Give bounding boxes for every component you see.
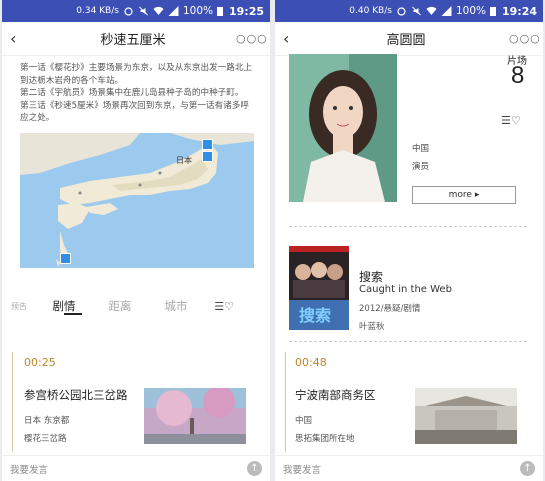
- back-arrow-icon[interactable]: ‹: [283, 29, 303, 48]
- map-marker[interactable]: [202, 150, 213, 162]
- more-button[interactable]: more ▸: [412, 186, 516, 204]
- alarm-icon: [124, 7, 133, 16]
- clock: 19:25: [228, 4, 264, 18]
- more-options-icon[interactable]: ○○○: [236, 32, 267, 45]
- scene-image: [144, 388, 246, 444]
- comment-bar: 我要发言 ↑: [2, 455, 270, 481]
- tab-city[interactable]: 城市: [148, 298, 204, 314]
- status-bar: 0.34 KB/s 100% 19:25: [2, 0, 270, 22]
- comment-input[interactable]: 我要发言: [10, 462, 48, 476]
- scene-note: 樱花三岔路: [24, 434, 67, 444]
- scene-thumbnail[interactable]: [144, 388, 246, 444]
- comment-input[interactable]: 我要发言: [283, 462, 321, 476]
- battery-icon: [216, 7, 223, 16]
- page-title: 秒速五厘米: [100, 33, 166, 48]
- desc-line-2: 第二话《宇航员》场景集中在鹿儿岛县种子岛的中种子町。: [20, 88, 244, 98]
- nav-bar: ‹ 高圆圆 ○○○: [275, 22, 543, 56]
- scene-location: 中国: [295, 416, 313, 426]
- preview-tab[interactable]: 预告: [2, 301, 36, 312]
- right-screen: 0.40 KB/s 100% 19:24 ‹ 高圆圆 ○○○ 片场 8 ☰♡ 中…: [275, 0, 543, 481]
- status-bar: 0.40 KB/s 100% 19:24: [275, 0, 543, 22]
- wifi-icon: [426, 6, 437, 16]
- map-marker[interactable]: [202, 138, 213, 150]
- battery-text: 100%: [182, 5, 213, 17]
- battery-icon: [489, 7, 496, 16]
- scene-note: 思拓集团所在地: [295, 434, 355, 444]
- scene-thumbnail[interactable]: [415, 388, 517, 444]
- scene-image: [415, 388, 517, 444]
- timeline-line: [12, 352, 13, 452]
- nav-bar: ‹ 秒速五厘米 ○○○: [2, 22, 270, 56]
- send-arrow-icon[interactable]: ↑: [520, 461, 535, 476]
- mute-icon: [412, 6, 421, 16]
- movie-meta: 2012/悬疑/剧情: [359, 304, 421, 314]
- favorite-list-icon[interactable]: ☰♡: [204, 300, 234, 313]
- scene-title[interactable]: 宁波南部商务区: [295, 387, 376, 403]
- actor-photo[interactable]: [289, 54, 397, 202]
- scene-title[interactable]: 参宫桥公园北三岔路: [24, 387, 128, 403]
- send-arrow-icon[interactable]: ↑: [247, 461, 262, 476]
- description: 第一话《樱花抄》主要场景为东京，以及从东京出发一路北上到达栃木岩舟的各个车站。 …: [2, 56, 270, 125]
- wifi-icon: [153, 6, 164, 16]
- scene-location: 日本 东京都: [24, 416, 70, 426]
- scene-count: 8: [511, 62, 525, 89]
- back-arrow-icon[interactable]: ‹: [10, 29, 30, 48]
- scene-time: 00:25: [24, 356, 56, 369]
- page-title: 高圆圆: [386, 33, 426, 48]
- map-marker[interactable]: [60, 252, 71, 264]
- actor-role: 演员: [412, 162, 430, 172]
- timeline-line: [285, 352, 286, 452]
- mute-icon: [139, 6, 148, 16]
- scene-time: 00:48: [295, 356, 327, 369]
- poster-title-text: 搜索: [299, 306, 332, 325]
- network-speed: 0.40 KB/s: [349, 6, 392, 16]
- movie-director: 叶蓝秋: [359, 322, 385, 332]
- desc-line-3: 第三话《秒速5厘米》场景再次回到东京，与第一话有诸多呼应之处。: [20, 100, 249, 124]
- movie-english-title: Caught in the Web: [359, 284, 452, 295]
- actor-country: 中国: [412, 144, 430, 154]
- section-divider: [289, 226, 527, 227]
- map-country-label: 日本: [176, 155, 192, 165]
- location-map[interactable]: 日本: [20, 132, 254, 268]
- tab-bar: 预告 剧情 距离 城市 ☰♡: [2, 290, 270, 322]
- movie-poster[interactable]: 搜索: [289, 246, 349, 330]
- clock: 19:24: [501, 4, 537, 18]
- left-screen: 0.34 KB/s 100% 19:25 ‹ 秒速五厘米 ○○○ 第一话《樱花抄…: [2, 0, 270, 481]
- movie-title[interactable]: 搜索: [359, 268, 383, 285]
- tab-distance[interactable]: 距离: [92, 298, 148, 314]
- signal-icon: [441, 6, 452, 16]
- tab-plot[interactable]: 剧情: [36, 298, 92, 314]
- active-tab-indicator: [64, 313, 82, 315]
- network-speed: 0.34 KB/s: [76, 6, 119, 16]
- section-divider: [289, 341, 527, 342]
- more-options-icon[interactable]: ○○○: [509, 32, 540, 45]
- battery-text: 100%: [455, 5, 486, 17]
- signal-icon: [168, 6, 179, 16]
- japan-map-graphic: [20, 132, 254, 268]
- actor-portrait-image: [289, 54, 397, 202]
- favorite-list-icon[interactable]: ☰♡: [501, 114, 521, 127]
- desc-line-1: 第一话《樱花抄》主要场景为东京，以及从东京出发一路北上到达栃木岩舟的各个车站。: [20, 63, 253, 86]
- alarm-icon: [397, 7, 406, 16]
- comment-bar: 我要发言 ↑: [275, 455, 543, 481]
